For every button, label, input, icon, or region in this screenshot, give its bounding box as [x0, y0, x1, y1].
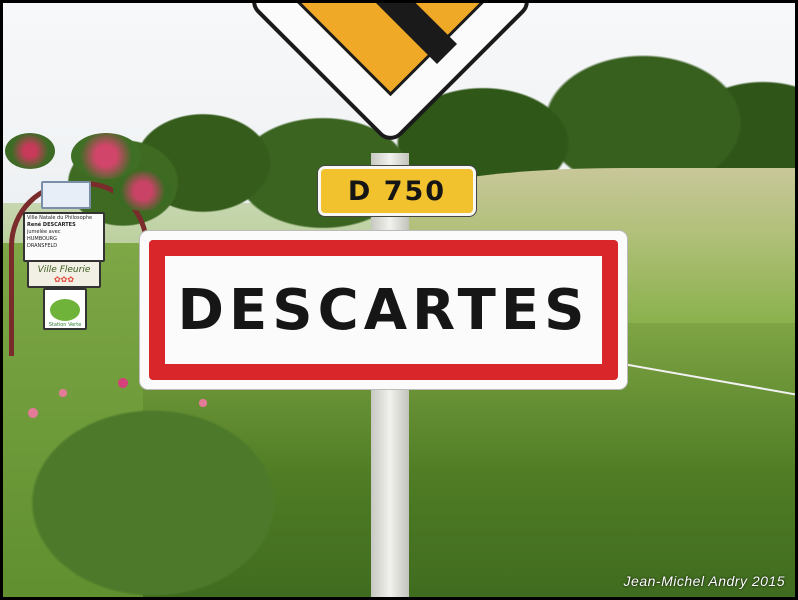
road-number-plate: D 750	[318, 166, 476, 216]
plaque-line-4: HUMBOURG	[27, 236, 58, 242]
town-entry-sign: DESCARTES	[140, 231, 627, 389]
twin-town-plaque: Ville Natale du Philosophe René DESCARTE…	[23, 212, 105, 262]
plaque-line-1: Ville Natale du Philosophe	[27, 215, 93, 221]
town-name-text: DESCARTES	[177, 277, 590, 343]
town-sign-border: DESCARTES	[149, 240, 618, 380]
flowering-shrub	[3, 353, 323, 597]
blue-plaque	[41, 181, 91, 209]
priority-road-sign	[252, 3, 529, 140]
station-verte-plaque: Station Verte	[43, 288, 87, 330]
flower-stars: ✿✿✿	[53, 274, 75, 284]
flower-basket-left	[5, 133, 55, 169]
flower-basket-right	[113, 171, 173, 211]
photograph: Ville Natale du Philosophe René DESCARTE…	[3, 3, 795, 597]
plaque-line-5: DRANSFELD	[27, 243, 58, 249]
ville-fleurie-plaque: Ville Fleurie ✿✿✿	[27, 260, 101, 288]
ville-fleurie-text: Ville Fleurie	[37, 264, 91, 275]
photo-frame: Ville Natale du Philosophe René DESCARTE…	[0, 0, 798, 600]
plaque-line-3: jumelée avec	[27, 229, 61, 235]
road-number-text: D 750	[347, 175, 447, 207]
station-verte-logo	[50, 299, 80, 321]
photo-credit: Jean-Michel Andry 2015	[623, 573, 785, 589]
plaque-line-2: René DESCARTES	[27, 222, 76, 228]
station-verte-text: Station Verte	[48, 322, 82, 328]
